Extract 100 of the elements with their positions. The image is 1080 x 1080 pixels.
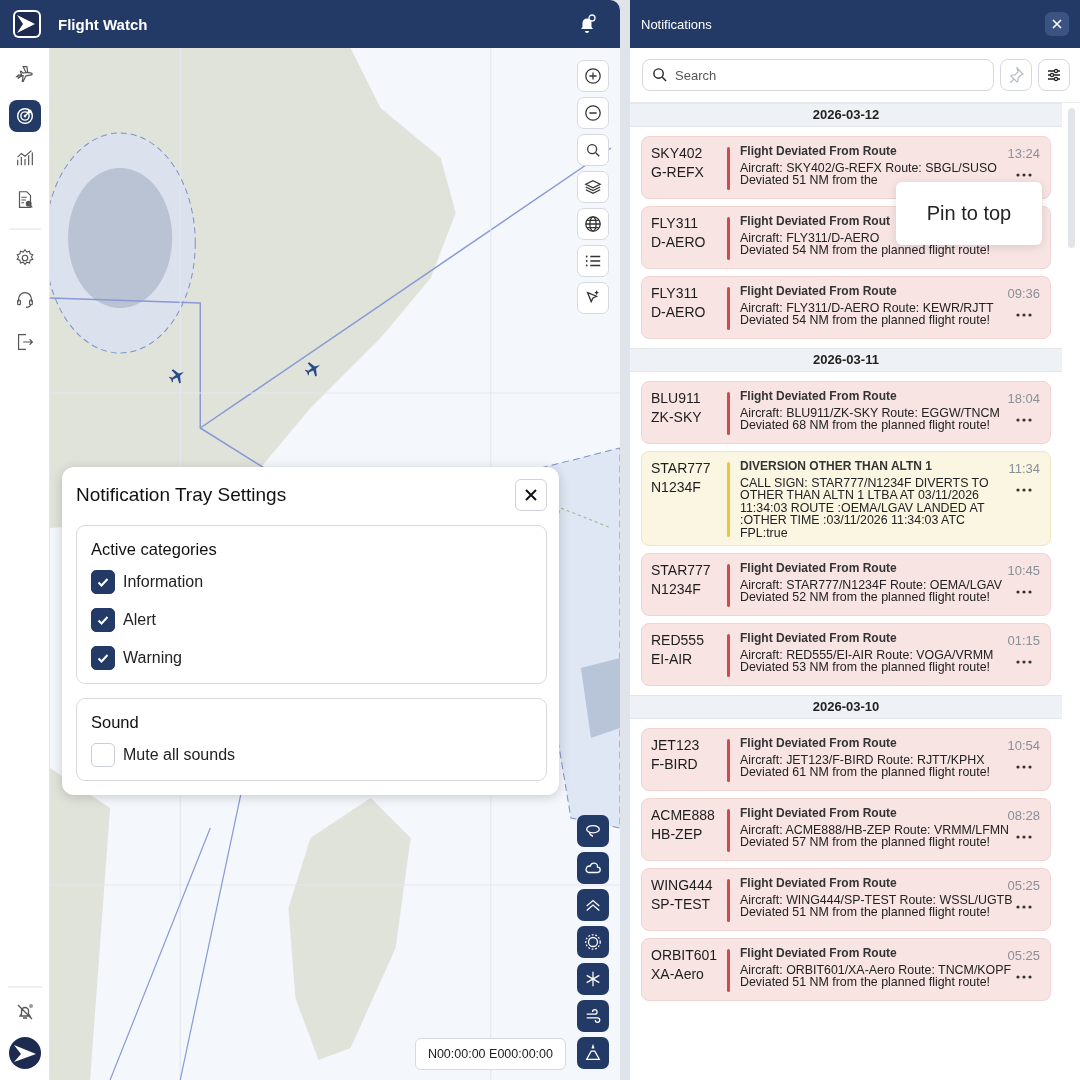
notification-text: Deviated 54 NM from the planned flight route! bbox=[740, 314, 990, 327]
wind-button[interactable] bbox=[577, 1000, 609, 1032]
more-icon[interactable] bbox=[1016, 975, 1032, 979]
notification-title: Flight Deviated From Route bbox=[740, 562, 897, 575]
more-icon[interactable] bbox=[1016, 313, 1032, 317]
notification-text: Aircraft: RED555/EI-AIR Route: VOGA/VRMM bbox=[740, 648, 994, 661]
callsign: ACME888 bbox=[651, 807, 716, 823]
callsign: FLY311 bbox=[651, 285, 699, 301]
date-header: 2026-03-11 bbox=[630, 348, 1062, 372]
warning-card[interactable] bbox=[641, 451, 1051, 546]
notification-text: Deviated 51 NM from the planned flight route! bbox=[740, 906, 990, 919]
alert-card[interactable]: STAR777 N1234F Flight Deviated From Route Aircraft: STAR777/N1234F Route: OEMA/LGAV Deviated 52 NM from the planned flight route! 10:45 bbox=[641, 553, 1051, 616]
alert-card[interactable]: ACME888 HB-ZEP Flight Deviated From Route Aircraft: ACME888/HB-ZEP Route: VRMM/LFMN Deviated 57 NM from the planned flight route! 08:28 bbox=[641, 798, 1051, 861]
notification-text: Aircraft: SKY402/G-REFX Route: SBGL/SUSO bbox=[740, 161, 997, 174]
coordinates-readout: N00:00:00 E000:00:00 bbox=[414, 1038, 566, 1070]
date-header: 2026-03-10 bbox=[630, 695, 1062, 719]
alert-card[interactable]: SKY402 G-REFX Flight Deviated From Route Aircraft: SKY402/G-REFX Route: SBGL/SUSO Deviated 51 NM from the 13:24 bbox=[641, 136, 1051, 199]
notification-text: Aircraft: FLY311/D-AERO bbox=[740, 231, 880, 244]
registration: G-REFX bbox=[651, 164, 705, 180]
lasso-icon bbox=[584, 822, 602, 840]
more-icon[interactable] bbox=[1016, 765, 1032, 769]
close-button[interactable] bbox=[515, 479, 547, 511]
more-icon[interactable] bbox=[1016, 488, 1032, 492]
volcano-button[interactable] bbox=[577, 1037, 609, 1069]
notification-text: Deviated 51 NM from the bbox=[740, 174, 878, 187]
notification-text: Aircraft: FLY311/D-AERO Route: KEWR/RJTT bbox=[740, 301, 994, 314]
globe-button[interactable] bbox=[577, 208, 609, 240]
more-icon[interactable] bbox=[1016, 418, 1032, 422]
time-label: 08:28 bbox=[1007, 808, 1040, 823]
checkbox[interactable] bbox=[91, 608, 115, 632]
filter-button[interactable] bbox=[1038, 59, 1070, 91]
checkbox[interactable] bbox=[91, 646, 115, 670]
notification-text: Aircraft: WING444/SP-TEST Route: WSSL/UGTB bbox=[740, 893, 1013, 906]
search-field[interactable]: Search bbox=[642, 59, 994, 91]
search-button[interactable] bbox=[577, 134, 609, 166]
option-label: Alert bbox=[123, 611, 156, 629]
notification-title: Flight Deviated From Route bbox=[740, 947, 897, 960]
notification-title: Flight Deviated From Route bbox=[740, 737, 897, 750]
time-label: 18:04 bbox=[1007, 391, 1040, 406]
mountain-button[interactable] bbox=[577, 889, 609, 921]
notification-title: Flight Deviated From Route bbox=[740, 877, 897, 890]
notification-text: Deviated 57 NM from the planned flight route! bbox=[740, 836, 990, 849]
volcano-icon bbox=[584, 1044, 602, 1062]
callsign: RED555 bbox=[651, 632, 705, 648]
more-icon[interactable] bbox=[1016, 173, 1032, 177]
app-title: Flight Watch bbox=[58, 15, 149, 33]
more-icon[interactable] bbox=[1016, 660, 1032, 664]
registration: F-BIRD bbox=[651, 756, 699, 772]
alert-card[interactable]: FLY311 D-AERO Flight Deviated From Route Aircraft: FLY311/D-AERO Route: KEWR/RJTT Deviated 54 NM from the planned flight route! 09:36 bbox=[641, 276, 1051, 339]
scrollbar-thumb[interactable] bbox=[1067, 108, 1075, 248]
sun-icon bbox=[584, 933, 602, 951]
notification-text: Deviated 53 NM from the planned flight route! bbox=[740, 661, 990, 674]
notification-text: Aircraft: ACME888/HB-ZEP Route: VRMM/LFMN bbox=[740, 823, 1009, 836]
zoom-out-icon bbox=[584, 104, 602, 122]
snowflake-button[interactable] bbox=[577, 963, 609, 995]
sidebar-item[interactable] bbox=[8, 100, 41, 132]
option-label: Warning bbox=[123, 649, 182, 667]
logo-icon bbox=[7, 1036, 42, 1070]
close-button[interactable] bbox=[1045, 12, 1069, 36]
notification-text: Deviated 54 NM from the planned flight route! bbox=[740, 244, 990, 257]
registration: N1234F bbox=[651, 479, 702, 495]
time-label: 11:34 bbox=[1008, 461, 1040, 476]
lasso-button[interactable] bbox=[577, 815, 609, 847]
zoom-in-icon bbox=[584, 67, 602, 85]
search-icon bbox=[584, 141, 602, 159]
sun-button[interactable] bbox=[577, 926, 609, 958]
list-button[interactable] bbox=[577, 245, 609, 277]
time-label: 05:25 bbox=[1007, 878, 1040, 893]
layers-button[interactable] bbox=[577, 171, 609, 203]
zoom-in-button[interactable] bbox=[577, 60, 609, 92]
notification-text: Aircraft: BLU911/ZK-SKY Route: EGGW/TNCM bbox=[740, 406, 1000, 419]
notification-title: Flight Deviated From Rout bbox=[740, 215, 890, 228]
callsign: ORBIT601 bbox=[651, 947, 719, 963]
cursor-button[interactable] bbox=[577, 282, 609, 314]
option-label: Mute all sounds bbox=[123, 746, 236, 764]
date-header: 2026-03-12 bbox=[630, 103, 1062, 127]
alert-card[interactable]: JET123 F-BIRD Flight Deviated From Route Aircraft: JET123/F-BIRD Route: RJTT/KPHX Deviated 61 NM from the planned flight route! 10:54 bbox=[641, 728, 1051, 791]
notification-text: Aircraft: ORBIT601/XA-Aero Route: TNCM/KOPF bbox=[740, 963, 1012, 976]
more-icon[interactable] bbox=[1016, 905, 1032, 909]
wind-icon bbox=[584, 1007, 602, 1025]
callsign: JET123 bbox=[651, 737, 701, 753]
notification-title: DIVERSION OTHER THAN ALTN 1 bbox=[740, 460, 932, 473]
alert-card[interactable]: BLU911 ZK-SKY Flight Deviated From Route Aircraft: BLU911/ZK-SKY Route: EGGW/TNCM Deviated 68 NM from the planned flight route! 18:04 bbox=[641, 381, 1051, 444]
alert-card[interactable]: ORBIT601 XA-Aero Flight Deviated From Route Aircraft: ORBIT601/XA-Aero Route: TNCM/KOPF Deviated 51 NM from the planned flight route! 05:25 bbox=[641, 938, 1051, 1001]
more-icon[interactable] bbox=[1016, 590, 1032, 594]
plane-icon[interactable] bbox=[168, 367, 186, 385]
callsign: STAR777 bbox=[651, 460, 712, 476]
notification-text: Aircraft: STAR777/N1234F Route: OEMA/LGAV bbox=[740, 578, 1002, 591]
registration: D-AERO bbox=[651, 304, 707, 320]
plane-icon[interactable] bbox=[304, 360, 322, 378]
alert-card[interactable]: RED555 EI-AIR Flight Deviated From Route Aircraft: RED555/EI-AIR Route: VOGA/VRMM Deviated 53 NM from the planned flight route! 01:15 bbox=[641, 623, 1051, 686]
zoom-out-button[interactable] bbox=[577, 97, 609, 129]
more-icon[interactable] bbox=[1016, 835, 1032, 839]
time-label: 01:15 bbox=[1007, 633, 1040, 648]
pin-icon bbox=[1008, 67, 1024, 83]
notification-title: Flight Deviated From Route bbox=[740, 145, 897, 158]
callsign: STAR777 bbox=[651, 562, 712, 578]
alert-card[interactable]: WING444 SP-TEST Flight Deviated From Route Aircraft: WING444/SP-TEST Route: WSSL/UGTB Deviated 51 NM from the planned flight route! 05:25 bbox=[641, 868, 1051, 931]
cloud-button[interactable] bbox=[577, 852, 609, 884]
checkbox[interactable] bbox=[91, 570, 115, 594]
